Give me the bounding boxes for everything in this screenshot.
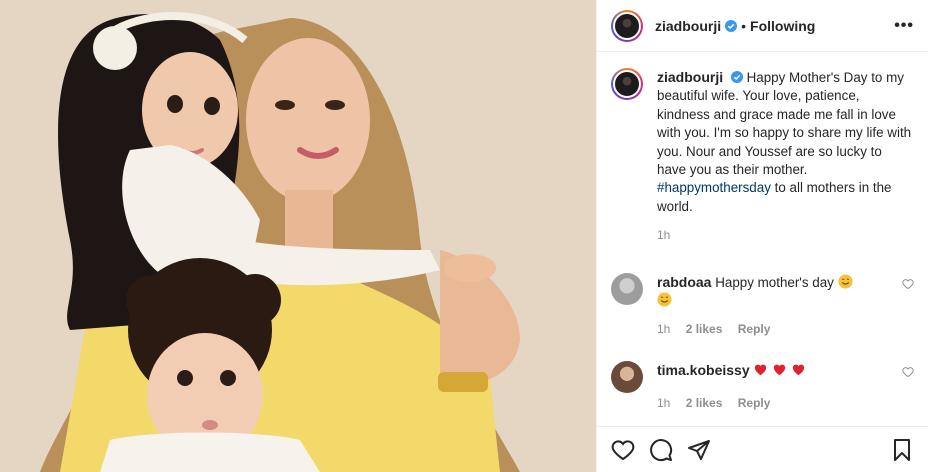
red-heart-icon [773,364,786,375]
comment-likes[interactable]: 2 likes [686,396,723,410]
following-button[interactable]: Following [750,18,815,34]
post-sidebar: ziadbourji • Following ••• ziadbourji Ha… [596,0,928,472]
share-paper-plane-icon[interactable] [687,438,711,462]
comment-avatar[interactable] [611,360,643,393]
hashtag-link[interactable]: #happymothersday [657,180,771,195]
comment-username[interactable]: tima.kobeissy [657,362,750,378]
like-comment-heart-icon[interactable] [902,366,914,378]
comment-item: rabdoaa Happy mother's day 1h 2 likes Re… [611,272,914,339]
photo-illustration [0,0,596,472]
reply-button[interactable]: Reply [738,396,771,410]
like-heart-icon[interactable] [611,438,635,462]
more-options-icon[interactable]: ••• [894,17,914,35]
caption: ziadbourji Happy Mother's Day to my beau… [611,68,914,245]
smiling-face-with-hearts-icon [838,274,853,289]
comment-avatar[interactable] [611,272,643,305]
comment-time[interactable]: 1h [657,322,670,336]
comment-item: tima.kobeissy 1h 2 likes Reply [611,360,914,413]
verified-badge-icon [725,19,738,32]
caption-username[interactable]: ziadbourji [657,69,723,85]
instagram-post: ziadbourji • Following ••• ziadbourji Ha… [0,0,928,472]
header-username[interactable]: ziadbourji [655,18,721,34]
caption-avatar[interactable] [611,68,643,100]
post-header: ziadbourji • Following ••• [597,0,928,52]
avatar[interactable] [611,9,643,42]
post-actions-bar [597,426,928,472]
comment-text: Happy mother's day [715,274,834,290]
comment-meta: 1h 2 likes Reply [657,320,902,338]
red-heart-icon [755,364,767,375]
red-heart-icon [792,364,804,375]
comment-username[interactable]: rabdoaa [657,274,711,290]
post-photo[interactable] [0,0,596,472]
comments-section: ziadbourji Happy Mother's Day to my beau… [597,52,928,424]
comment-likes[interactable]: 2 likes [686,322,723,336]
comment-meta: 1h 2 likes Reply [657,394,902,412]
like-comment-heart-icon[interactable] [902,278,914,290]
caption-text: Happy Mother's Day to my beautiful wife.… [657,70,912,178]
caption-meta: 1h [657,226,914,244]
smiling-face-with-hearts-icon [657,292,672,307]
comment-bubble-icon[interactable] [649,438,673,462]
bookmark-icon[interactable] [890,438,914,462]
header-separator: • [741,17,747,34]
reply-button[interactable]: Reply [738,322,771,336]
verified-badge-icon [730,71,743,83]
comment-time[interactable]: 1h [657,396,670,410]
caption-time[interactable]: 1h [657,228,670,242]
